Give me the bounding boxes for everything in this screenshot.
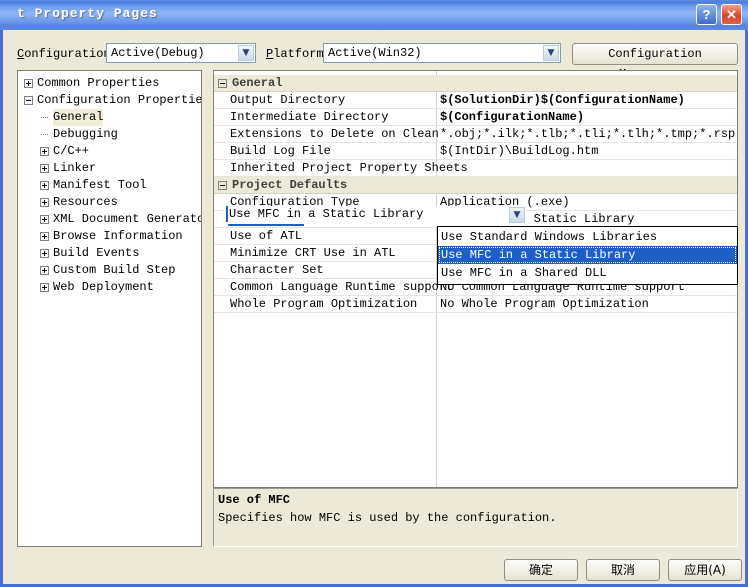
sidebar-item-c-c[interactable]: C/C++ [53,143,89,160]
category-collapse-icon[interactable] [218,181,227,190]
tree-connector [41,134,48,136]
ok-button-label: 确定 [528,563,553,577]
tree-connector [41,117,48,119]
description-title: Use of MFC [218,493,291,507]
sidebar-item-general[interactable]: General [53,109,104,126]
platform-combo[interactable]: Active(Win32) ▼ [323,43,561,63]
sidebar-item-xml-document-generator[interactable]: XML Document Generator [53,211,202,228]
sidebar-item-browse-information[interactable]: Browse Information [53,228,183,245]
property-value[interactable]: *.obj;*.ilk;*.tlb;*.tli;*.tlh;*.tmp;*.rs… [440,127,737,141]
ok-button[interactable]: 确定 [504,559,578,581]
tree-item-label: Resources [53,195,118,209]
tree-item-label: Linker [53,161,97,175]
sidebar-item-common-properties[interactable]: Common Properties [37,75,159,92]
property-name: Character Set [230,263,324,277]
sidebar-item-manifest-tool[interactable]: Manifest Tool [53,177,147,194]
property-name: Build Log File [230,144,331,158]
chevron-down-icon[interactable]: ▼ [509,207,525,223]
dropdown-option[interactable]: Use MFC in a Static Library [438,246,737,264]
cancel-button[interactable]: 取消 [586,559,660,581]
tree-expand-icon[interactable] [40,198,49,207]
category-collapse-icon[interactable] [218,79,227,88]
sidebar-item-linker[interactable]: Linker [53,160,96,177]
apply-button-label: 应用(A) [684,563,726,577]
tree-expand-icon[interactable] [40,249,49,258]
configuration-combo-value: Active(Debug) [111,46,205,60]
tree-collapse-icon[interactable] [24,96,33,105]
tree-expand-icon[interactable] [40,215,49,224]
property-name: Use of ATL [230,229,303,243]
dropdown-option[interactable]: Use MFC in a Shared DLL [438,264,737,282]
help-icon[interactable]: ? [696,4,717,25]
table-row[interactable]: Inherited Project Property Sheets [214,160,737,177]
property-name: Output Directory [230,93,346,107]
use-of-mfc-dropdown-list[interactable]: Use Standard Windows Libraries Use MFC in… [437,226,738,285]
property-value[interactable]: $(SolutionDir)$(ConfigurationName) [440,93,685,107]
sidebar-item-debugging[interactable]: Debugging [53,126,118,143]
table-row[interactable]: Extensions to Delete on Clean *.obj;*.ilk… [214,126,737,143]
table-row[interactable]: Build Log File $(IntDir)\BuildLog.htm [214,143,737,160]
description-pane: Use of MFC Specifies how MFC is used by … [213,488,738,547]
description-body: Specifies how MFC is used by the configu… [218,511,557,525]
chevron-down-icon[interactable]: ▼ [543,45,559,61]
property-name: Minimize CRT Use in ATL [230,246,396,260]
table-row[interactable]: Output Directory $(SolutionDir)$(Configur… [214,92,737,109]
tree-item-label: Debugging [53,127,118,141]
tree-expand-icon[interactable] [40,181,49,190]
tree-item-label: Common Properties [37,76,160,90]
property-value[interactable]: $(ConfigurationName) [440,110,584,124]
property-value[interactable]: $(IntDir)\BuildLog.htm [440,144,598,158]
property-name: Common Language Runtime support [230,280,454,294]
tree-item-label: Manifest Tool [53,178,147,192]
sidebar-item-configuration-properties[interactable]: Configuration Properties [37,92,202,109]
tree-item-label: XML Document Generator [53,212,202,226]
sidebar-item-resources[interactable]: Resources [53,194,118,211]
tree-expand-icon[interactable] [40,164,49,173]
table-row[interactable]: Whole Program Optimization No Whole Progr… [214,296,737,313]
property-name: Intermediate Directory [230,110,389,124]
tree-item-label: General [53,110,104,124]
sidebar-item-custom-build-step[interactable]: Custom Build Step [53,262,175,279]
properties-tree[interactable]: Common Properties Configuration Propertie… [17,70,202,547]
close-icon[interactable]: ✕ [721,4,742,25]
category-label: General [232,76,283,90]
category-label: Project Defaults [232,178,348,192]
property-name: Whole Program Optimization [230,297,418,311]
tree-expand-icon[interactable] [40,232,49,241]
platform-label: Platform: [266,47,331,61]
dropdown-option[interactable]: Use Standard Windows Libraries [438,228,737,246]
use-of-mfc-editor-combo[interactable]: Use MFC in a Static Library ▼ [226,206,526,224]
configuration-combo[interactable]: Active(Debug) ▼ [106,43,256,63]
tree-item-label: Web Deployment [53,280,154,294]
tree-item-label: C/C++ [53,144,90,158]
configuration-manager-button[interactable]: Configuration Manager... [572,43,738,81]
tree-item-label: Custom Build Step [53,263,176,277]
property-name: Inherited Project Property Sheets [230,161,468,175]
property-name: Extensions to Delete on Clean [230,127,439,141]
cancel-button-label: 取消 [610,563,635,577]
edit-caret [226,206,228,222]
use-of-mfc-editor-value: Use MFC in a Static Library [229,207,424,221]
apply-button[interactable]: 应用(A) [668,559,742,581]
platform-combo-value: Active(Win32) [328,46,422,60]
table-row[interactable]: Intermediate Directory $(ConfigurationNam… [214,109,737,126]
tree-item-label: Browse Information [53,229,183,243]
grid-category-general[interactable]: General [214,75,737,92]
tree-expand-icon[interactable] [40,283,49,292]
tree-item-label: Configuration Properties [37,93,202,107]
property-value[interactable]: No Whole Program Optimization [440,297,649,311]
sidebar-item-web-deployment[interactable]: Web Deployment [53,279,154,296]
tree-item-label: Build Events [53,246,140,260]
tree-expand-icon[interactable] [40,147,49,156]
grid-category-project-defaults[interactable]: Project Defaults [214,177,737,194]
tree-expand-icon[interactable] [24,79,33,88]
property-pages-dialog: t Property Pages ? ✕ Configuration: Acti… [0,0,748,587]
sidebar-item-build-events[interactable]: Build Events [53,245,139,262]
tree-expand-icon[interactable] [40,266,49,275]
configuration-label: Configuration: [17,47,118,61]
title-bar[interactable]: t Property Pages ? ✕ [0,0,748,30]
window-title: t Property Pages [17,6,158,21]
chevron-down-icon[interactable]: ▼ [238,45,254,61]
